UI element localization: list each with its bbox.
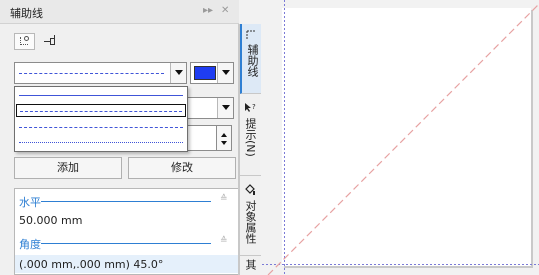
- modify-button[interactable]: 修改: [128, 157, 236, 179]
- line-style-select[interactable]: [14, 62, 187, 84]
- tab-hints[interactable]: ? 提示(N): [240, 94, 261, 176]
- number-spinner[interactable]: [216, 125, 232, 151]
- tab-hints-label: 提示(N): [244, 118, 257, 157]
- guideline-icon: [246, 30, 255, 39]
- collapse-icon[interactable]: ≙: [220, 236, 228, 246]
- docker-tab-strip: 辅助线 ? 提示(N) 对象属性 其: [239, 24, 261, 275]
- line-color-picker[interactable]: [190, 62, 234, 84]
- guideline-preset-icon[interactable]: [14, 33, 35, 50]
- add-button[interactable]: 添加: [14, 157, 122, 179]
- chevron-down-icon[interactable]: [170, 63, 186, 83]
- tab-object-properties-label: 对象属性: [244, 200, 257, 244]
- spin-up-icon[interactable]: [221, 130, 227, 137]
- chevron-down-icon[interactable]: [217, 98, 233, 118]
- autohide-icon[interactable]: ▸▸: [203, 5, 213, 17]
- svg-text:?: ?: [252, 103, 256, 111]
- docker-title: 辅助线: [10, 7, 43, 20]
- secondary-select[interactable]: [186, 97, 234, 119]
- tab-guidelines-label: 辅助线: [246, 44, 259, 77]
- drawing-canvas[interactable]: [262, 0, 539, 275]
- angled-guide[interactable]: [267, 3, 539, 275]
- number-input[interactable]: [186, 125, 218, 151]
- docker-titlebar: 辅助线 ▸▸ ✕: [0, 0, 239, 24]
- line-style-dropdown: [14, 86, 188, 152]
- collapse-icon[interactable]: ≙: [220, 194, 228, 204]
- spin-down-icon[interactable]: [221, 141, 227, 148]
- tab-other-label: 其: [244, 259, 257, 270]
- horizontal-section-label: 水平: [19, 196, 41, 209]
- tab-guidelines[interactable]: 辅助线: [240, 24, 261, 94]
- angle-section-label: 角度: [19, 238, 41, 251]
- close-icon[interactable]: ✕: [221, 5, 229, 17]
- help-cursor-icon: ?: [245, 103, 256, 112]
- guidelines-overlay: [262, 0, 539, 275]
- horizontal-guide-value[interactable]: 50.000 mm: [19, 214, 82, 227]
- angle-guide-value[interactable]: (.000 mm,.000 mm) 45.0°: [19, 258, 163, 271]
- tab-other[interactable]: 其: [240, 256, 261, 275]
- chevron-down-icon[interactable]: [217, 63, 233, 83]
- guides-list: 水平 ≙ 50.000 mm 角度 ≙ (.000 mm,.000 mm) 45…: [14, 188, 238, 275]
- selected-line-style-preview: [19, 73, 164, 74]
- guideline-snap-icon[interactable]: [42, 33, 62, 50]
- fill-icon: [245, 184, 255, 195]
- line-style-option-short-dash[interactable]: [16, 121, 186, 134]
- guidelines-docker: 辅助线 ▸▸ ✕ 添加 修改 水平 ≙ 50.000 mm 角度 ≙ (.000…: [0, 0, 239, 275]
- line-style-option-solid[interactable]: [16, 89, 186, 102]
- preset-circle: [24, 36, 29, 41]
- line-style-option-long-dash[interactable]: [16, 104, 186, 117]
- tab-object-properties[interactable]: 对象属性: [240, 176, 261, 256]
- section-divider: [41, 201, 211, 202]
- line-style-option-dotted[interactable]: [16, 136, 186, 149]
- color-swatch: [194, 66, 216, 80]
- section-divider: [41, 243, 211, 244]
